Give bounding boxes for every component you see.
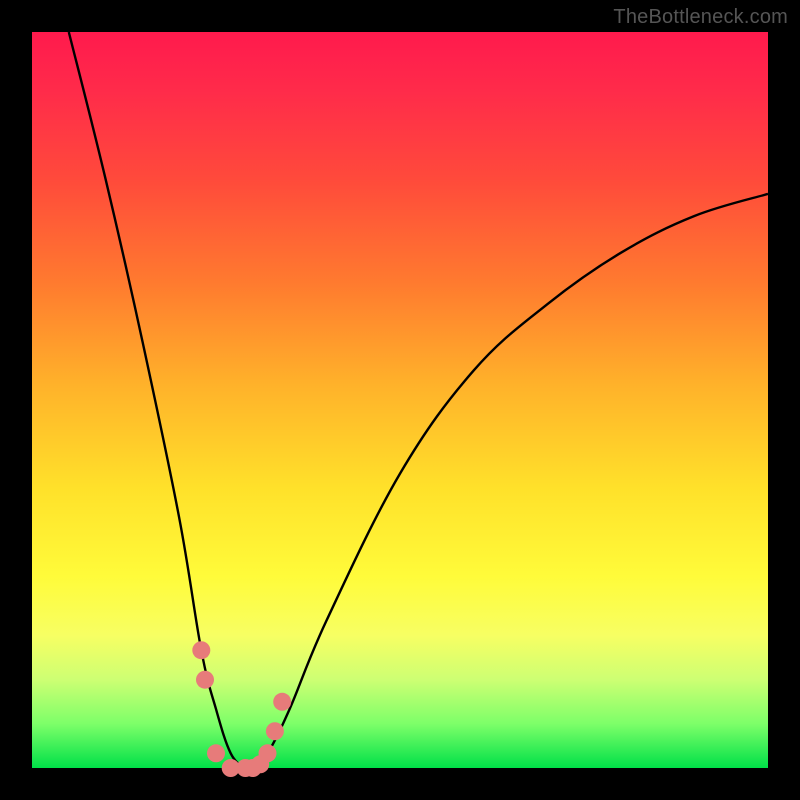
plot-area [32, 32, 768, 768]
bottleneck-curve-svg [32, 32, 768, 768]
marker-point [196, 671, 214, 689]
marker-point [207, 744, 225, 762]
marker-point [259, 744, 277, 762]
marker-point [266, 722, 284, 740]
bottleneck-curve [69, 32, 768, 770]
chart-frame: TheBottleneck.com [0, 0, 800, 800]
highlighted-points [192, 641, 291, 777]
marker-point [273, 693, 291, 711]
marker-point [192, 641, 210, 659]
attribution-text: TheBottleneck.com [613, 6, 788, 29]
